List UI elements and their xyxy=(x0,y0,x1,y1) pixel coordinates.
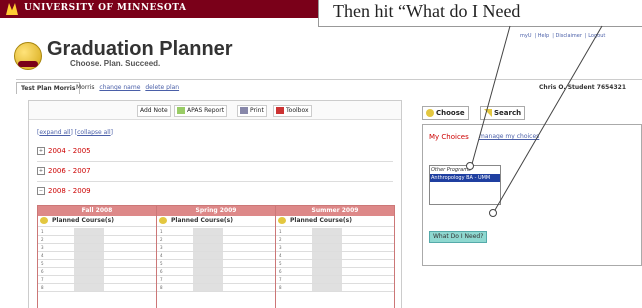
callout-pointer-lines xyxy=(466,25,603,217)
pointer-line-2 xyxy=(494,25,603,211)
browser-window: UNIVERSITY OF MINNESOTA myU | Help | Discl… xyxy=(0,0,642,308)
pointer-dot-2 xyxy=(489,209,497,217)
pointer-dot-1 xyxy=(466,162,474,170)
pointer-line-1 xyxy=(471,25,511,165)
